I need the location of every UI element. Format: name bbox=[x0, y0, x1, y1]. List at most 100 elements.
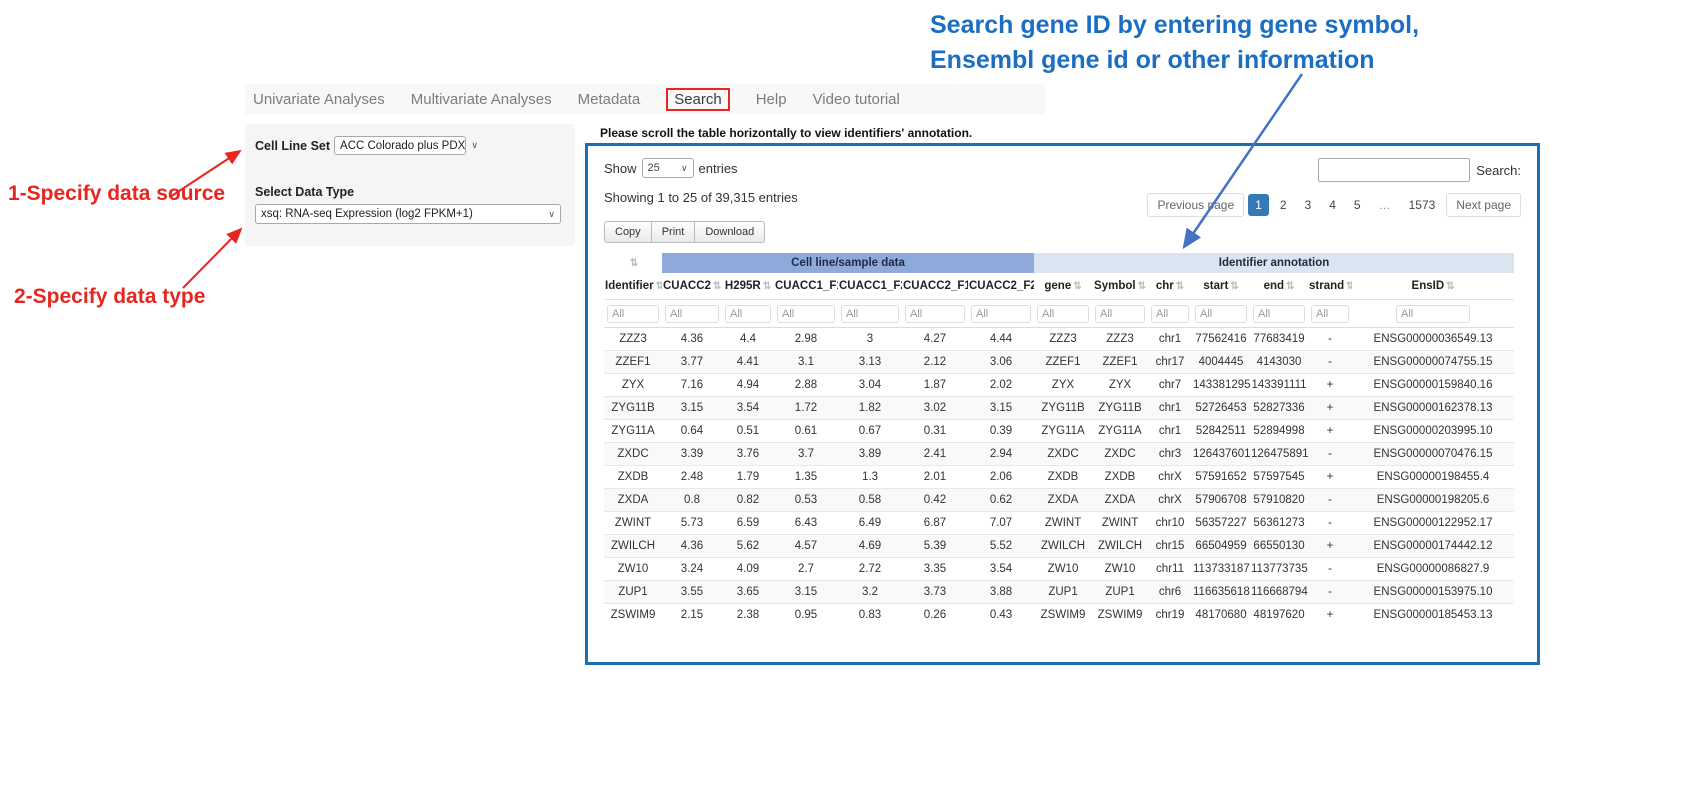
column-header-cuacc2_f1[interactable]: CUACC2_F1⇅ bbox=[902, 273, 968, 300]
page-button-1573[interactable]: 1573 bbox=[1402, 194, 1443, 216]
table-row[interactable]: ZXDB2.481.791.351.32.012.06ZXDBZXDBchrX5… bbox=[604, 466, 1514, 489]
filter-input-h295r[interactable] bbox=[725, 305, 771, 323]
data-type-select[interactable]: xsq: RNA-seq Expression (log2 FPKM+1) ∨ bbox=[255, 204, 561, 224]
table-row[interactable]: ZXDC3.393.763.73.892.412.94ZXDCZXDCchr31… bbox=[604, 443, 1514, 466]
sort-icon[interactable]: ⇅ bbox=[1286, 281, 1294, 292]
page-length-select[interactable]: 25 ∨ bbox=[642, 158, 694, 178]
filter-input-symbol[interactable] bbox=[1095, 305, 1145, 323]
column-header-gene[interactable]: gene⇅ bbox=[1034, 273, 1092, 300]
cell-line-select[interactable]: ACC Colorado plus PDX ∨ bbox=[334, 136, 466, 155]
page-button-1[interactable]: 1 bbox=[1248, 194, 1269, 216]
column-header-h295r[interactable]: H295R⇅ bbox=[722, 273, 774, 300]
table-cell: - bbox=[1308, 443, 1352, 466]
nav-item-search[interactable]: Search bbox=[666, 88, 730, 111]
filter-input-start[interactable] bbox=[1195, 305, 1247, 323]
column-header-symbol[interactable]: Symbol⇅ bbox=[1092, 273, 1148, 300]
page-button-3[interactable]: 3 bbox=[1298, 194, 1319, 216]
copy-button[interactable]: Copy bbox=[604, 221, 652, 243]
table-cell: 0.43 bbox=[968, 604, 1034, 627]
sort-icon[interactable]: ⇅ bbox=[656, 281, 662, 292]
nav-item-metadata[interactable]: Metadata bbox=[578, 91, 641, 108]
filter-input-chr[interactable] bbox=[1151, 305, 1189, 323]
table-row[interactable]: ZSWIM92.152.380.950.830.260.43ZSWIM9ZSWI… bbox=[604, 604, 1514, 627]
filter-input-cuacc2_f2[interactable] bbox=[971, 305, 1031, 323]
data-type-label: Select Data Type bbox=[255, 185, 565, 199]
table-cell: 2.06 bbox=[968, 466, 1034, 489]
column-header-cuacc1_f1[interactable]: CUACC1_F1⇅ bbox=[774, 273, 838, 300]
annotation-search-note-line2: Ensembl gene id or other information bbox=[930, 43, 1530, 78]
table-cell: 3.2 bbox=[838, 581, 902, 604]
filter-input-cuacc2[interactable] bbox=[665, 305, 719, 323]
table-row[interactable]: ZWILCH4.365.624.574.695.395.52ZWILCHZWIL… bbox=[604, 535, 1514, 558]
table-cell: ZYX bbox=[1034, 374, 1092, 397]
table-cell: 2.15 bbox=[662, 604, 722, 627]
group-header-sample-data: Cell line/sample data bbox=[662, 253, 1034, 273]
table-row[interactable]: ZZZ34.364.42.9834.274.44ZZZ3ZZZ3chr17756… bbox=[604, 328, 1514, 351]
filter-input-gene[interactable] bbox=[1037, 305, 1089, 323]
nav-item-video-tutorial[interactable]: Video tutorial bbox=[813, 91, 900, 108]
next-page-button[interactable]: Next page bbox=[1446, 193, 1521, 217]
table-cell: 3.1 bbox=[774, 351, 838, 374]
sort-icon[interactable]: ⇅ bbox=[1176, 281, 1184, 292]
column-header-cuacc1_f2[interactable]: CUACC1_F2⇅ bbox=[838, 273, 902, 300]
column-header-cuacc2[interactable]: CUACC2⇅ bbox=[662, 273, 722, 300]
page-button-5[interactable]: 5 bbox=[1347, 194, 1368, 216]
table-cell: ENSG00000074755.15 bbox=[1352, 351, 1514, 374]
table-row[interactable]: ZWINT5.736.596.436.496.877.07ZWINTZWINTc… bbox=[604, 512, 1514, 535]
filter-input-end[interactable] bbox=[1253, 305, 1305, 323]
page-button-2[interactable]: 2 bbox=[1273, 194, 1294, 216]
nav-item-multivariate-analyses[interactable]: Multivariate Analyses bbox=[411, 91, 552, 108]
column-label: CUACC2_F2 bbox=[969, 280, 1034, 292]
sort-icon[interactable]: ⇅ bbox=[1073, 281, 1081, 292]
column-header-identifier[interactable]: Identifier⇅ bbox=[604, 273, 662, 300]
table-row[interactable]: ZYX7.164.942.883.041.872.02ZYXZYXchr7143… bbox=[604, 374, 1514, 397]
table-cell: 52726453 bbox=[1192, 397, 1250, 420]
table-cell: 48197620 bbox=[1250, 604, 1308, 627]
table-cell: - bbox=[1308, 512, 1352, 535]
table-cell: 0.95 bbox=[774, 604, 838, 627]
sort-icon[interactable]: ⇅ bbox=[1446, 281, 1454, 292]
chevron-down-icon: ∨ bbox=[681, 163, 688, 174]
table-cell: 3.73 bbox=[902, 581, 968, 604]
previous-page-button[interactable]: Previous page bbox=[1147, 193, 1244, 217]
nav-item-univariate-analyses[interactable]: Univariate Analyses bbox=[253, 91, 385, 108]
table-cell: 0.8 bbox=[662, 489, 722, 512]
sort-icon[interactable]: ⇅ bbox=[763, 281, 771, 292]
filter-input-ensid[interactable] bbox=[1396, 305, 1470, 323]
filter-input-cuacc1_f1[interactable] bbox=[777, 305, 835, 323]
filter-input-cuacc2_f1[interactable] bbox=[905, 305, 965, 323]
table-row[interactable]: ZYG11B3.153.541.721.823.023.15ZYG11BZYG1… bbox=[604, 397, 1514, 420]
print-button[interactable]: Print bbox=[652, 221, 696, 243]
pagination: Previous page 12345…1573 Next page bbox=[1147, 193, 1521, 217]
sort-icon[interactable]: ⇅ bbox=[1346, 281, 1352, 292]
table-cell: 0.83 bbox=[838, 604, 902, 627]
column-header-strand[interactable]: strand⇅ bbox=[1308, 273, 1352, 300]
column-header-chr[interactable]: chr⇅ bbox=[1148, 273, 1192, 300]
column-header-ensid[interactable]: EnsID⇅ bbox=[1352, 273, 1514, 300]
filter-input-identifier[interactable] bbox=[607, 305, 659, 323]
table-search-input[interactable] bbox=[1318, 158, 1470, 182]
filter-input-cuacc1_f2[interactable] bbox=[841, 305, 899, 323]
column-header-start[interactable]: start⇅ bbox=[1192, 273, 1250, 300]
table-cell: 4.69 bbox=[838, 535, 902, 558]
filter-input-strand[interactable] bbox=[1311, 305, 1349, 323]
table-row[interactable]: ZXDA0.80.820.530.580.420.62ZXDAZXDAchrX5… bbox=[604, 489, 1514, 512]
table-row[interactable]: ZYG11A0.640.510.610.670.310.39ZYG11AZYG1… bbox=[604, 420, 1514, 443]
sort-icon[interactable]: ⇅ bbox=[1138, 281, 1146, 292]
column-header-cuacc2_f2[interactable]: CUACC2_F2⇅ bbox=[968, 273, 1034, 300]
column-header-end[interactable]: end⇅ bbox=[1250, 273, 1308, 300]
table-row[interactable]: ZW103.244.092.72.723.353.54ZW10ZW10chr11… bbox=[604, 558, 1514, 581]
column-label: end bbox=[1264, 280, 1284, 292]
sort-icon[interactable]: ⇅ bbox=[630, 258, 638, 269]
table-row[interactable]: ZUP13.553.653.153.23.733.88ZUP1ZUP1chr61… bbox=[604, 581, 1514, 604]
sort-icon[interactable]: ⇅ bbox=[1230, 281, 1238, 292]
table-row[interactable]: ZZEF13.774.413.13.132.123.06ZZEF1ZZEF1ch… bbox=[604, 351, 1514, 374]
table-cell: ZZZ3 bbox=[1092, 328, 1148, 351]
table-cell: ZUP1 bbox=[1092, 581, 1148, 604]
column-label: Symbol bbox=[1094, 280, 1136, 292]
nav-item-help[interactable]: Help bbox=[756, 91, 787, 108]
page-button-4[interactable]: 4 bbox=[1322, 194, 1343, 216]
sort-icon[interactable]: ⇅ bbox=[713, 281, 721, 292]
entries-label: entries bbox=[699, 161, 738, 176]
download-button[interactable]: Download bbox=[695, 221, 765, 243]
